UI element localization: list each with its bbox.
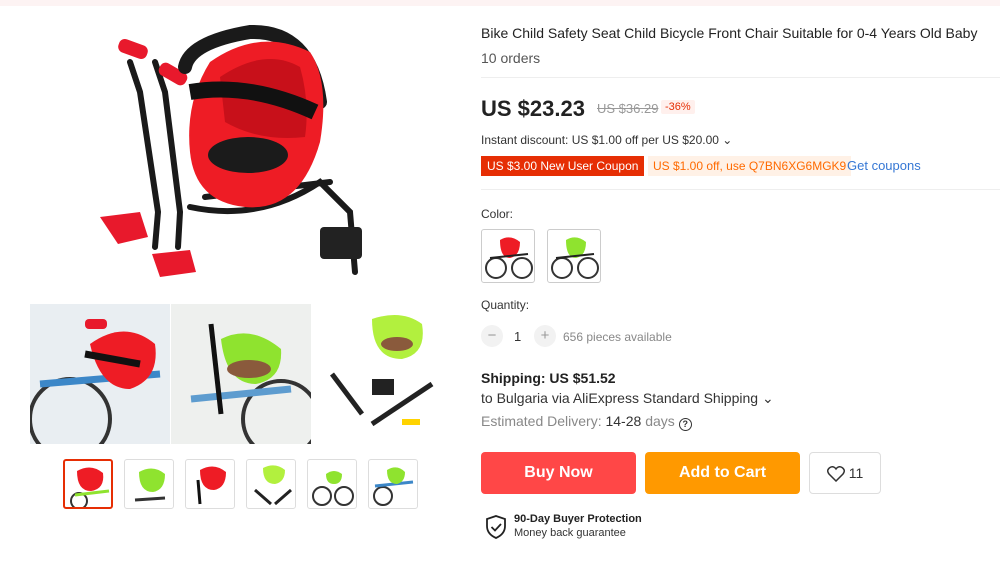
new-user-coupon[interactable]: US $3.00 New User Coupon	[481, 156, 645, 176]
divider	[481, 189, 1000, 190]
quantity-label: Quantity:	[481, 298, 530, 312]
wishlist-button[interactable]: 11	[809, 452, 881, 494]
heart-icon	[826, 466, 845, 483]
get-coupons-link[interactable]: Get coupons	[847, 158, 921, 173]
estimated-delivery: Estimated Delivery: 14-28 days?	[481, 413, 692, 431]
wishlist-count: 11	[848, 465, 864, 481]
shipping-cost: Shipping: US $51.52	[481, 370, 616, 386]
instant-discount-text: Instant discount: US $1.00 off per US $2…	[481, 133, 719, 147]
color-option-red[interactable]	[481, 229, 535, 283]
current-price: US $23.23	[481, 96, 585, 121]
eta-label: Estimated Delivery:	[481, 413, 602, 429]
thumbnail-2[interactable]	[124, 459, 174, 509]
code-coupon[interactable]: US $1.00 off, use Q7BN6XG6MGK9	[648, 156, 852, 176]
product-gallery	[30, 22, 452, 514]
thumbnail-5[interactable]	[307, 459, 357, 509]
buy-now-button[interactable]: Buy Now	[481, 452, 636, 494]
color-label: Color:	[481, 207, 514, 221]
add-to-cart-button[interactable]: Add to Cart	[645, 452, 800, 494]
thumbnail-4[interactable]	[246, 459, 296, 509]
thumbnail-strip	[63, 459, 423, 511]
order-count: 10 orders	[481, 50, 541, 66]
quantity-increase-button[interactable]: +	[534, 325, 556, 347]
collage-green-seat	[171, 304, 311, 444]
thumbnail-3[interactable]	[185, 459, 235, 509]
product-info-panel: Bike Child Safety Seat Child Bicycle Fro…	[481, 0, 1000, 570]
divider	[481, 77, 1000, 78]
shield-check-icon	[486, 515, 506, 539]
eta-unit: days	[645, 413, 675, 429]
shipping-method-selector[interactable]: to Bulgaria via AliExpress Standard Ship…	[481, 390, 774, 407]
chevron-down-icon: ⌄	[722, 133, 733, 147]
collage-red-seat	[30, 304, 170, 444]
color-option-green[interactable]	[547, 229, 601, 283]
product-title: Bike Child Safety Seat Child Bicycle Fro…	[481, 25, 978, 41]
original-price: US $36.29	[597, 101, 659, 116]
discount-badge: -36%	[661, 100, 695, 114]
quantity-value[interactable]: 1	[514, 329, 521, 344]
instant-discount[interactable]: Instant discount: US $1.00 off per US $2…	[481, 133, 732, 147]
product-collage-image[interactable]	[30, 304, 452, 444]
thumbnail-1[interactable]	[63, 459, 113, 509]
quantity-decrease-button[interactable]: −	[481, 325, 503, 347]
main-product-image[interactable]	[30, 22, 452, 298]
buyer-protection-subtitle: Money back guarantee	[514, 527, 626, 539]
stock-available: 656 pieces available	[563, 330, 672, 344]
thumbnail-6[interactable]	[368, 459, 418, 509]
eta-days: 14-28	[605, 413, 642, 429]
collage-green-parts	[312, 304, 452, 444]
buyer-protection-title: 90-Day Buyer Protection	[514, 513, 642, 525]
help-icon[interactable]: ?	[678, 418, 692, 431]
